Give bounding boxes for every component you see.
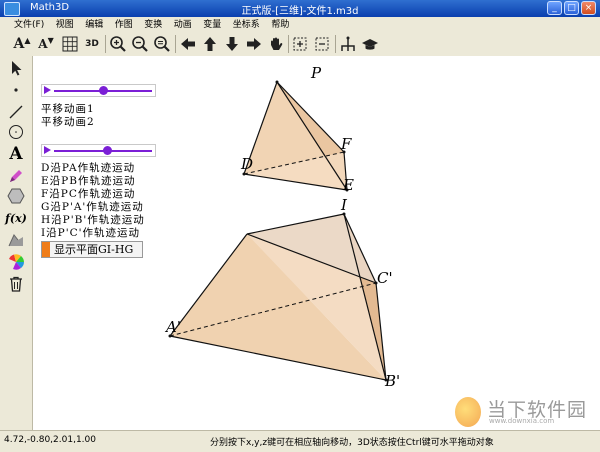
arrow-left-icon[interactable] [178,34,198,54]
pan-hand-icon[interactable] [266,34,286,54]
label-a-prime: A' [164,318,181,336]
polygon-icon[interactable] [5,186,27,206]
trash-icon[interactable] [5,274,27,294]
menu-bar: 文件(F) 视图 编辑 作图 变换 动画 变量 坐标系 帮助 [0,17,600,33]
label-f: F [340,135,352,153]
circle-icon[interactable] [5,122,27,142]
label-p: P [310,64,322,82]
label-e: E [342,176,354,194]
upper-pyramid[interactable] [243,81,348,191]
arrow-up-icon[interactable] [200,34,220,54]
play-icon[interactable] [44,86,51,94]
function-icon[interactable]: f(x) [5,208,27,228]
menu-animation[interactable]: 动画 [170,18,196,33]
arrow-right-icon[interactable] [244,34,264,54]
brand-logo-icon [455,397,481,427]
trajectory-label-i[interactable]: I沿P'C'作轨迹运动 [41,225,140,240]
arrow-down-icon[interactable] [222,34,242,54]
point-icon[interactable] [5,80,27,100]
slider-knob[interactable] [98,86,108,95]
watermark: 当下软件园 www.downxia.com [455,395,595,429]
label-c-prime: C' [377,269,393,287]
menu-edit[interactable]: 编辑 [81,18,107,33]
label-i: I [340,196,348,214]
drawing-canvas[interactable]: P D F E I C' A' B' 平移动画1 平移动画2 D沿PA作轨迹运动… [33,56,600,430]
menu-variable[interactable]: 变量 [199,18,225,33]
animation-label-2[interactable]: 平移动画2 [41,114,95,129]
menu-transform[interactable]: 变换 [140,18,166,33]
shape-fill-icon[interactable] [5,230,27,250]
show-plane-button[interactable]: 显示平面GI-HG [41,241,143,258]
toolbar: A ▲ A ▼ 3D [0,32,600,57]
menu-file[interactable]: 文件(F) [0,18,48,33]
zoom-reset-icon[interactable] [152,34,172,54]
3d-view-icon[interactable]: 3D [82,34,102,54]
menu-view[interactable]: 视图 [52,18,78,33]
close-button[interactable]: × [581,1,596,15]
menu-coordinate[interactable]: 坐标系 [229,18,264,33]
font-increase-icon[interactable]: A ▲ [12,34,32,54]
play-icon[interactable] [44,146,51,154]
label-d: D [240,155,253,173]
zoom-in-icon[interactable] [108,34,128,54]
menu-help[interactable]: 帮助 [267,18,293,33]
label-b-prime: B' [384,372,400,390]
slider-knob[interactable] [102,146,112,155]
axes-icon[interactable] [338,34,358,54]
maximize-button[interactable]: □ [564,1,579,15]
pen-icon[interactable] [5,166,27,186]
title-bar: Math3D 正式版-[三维]-文件1.m3d _ □ × [0,0,600,17]
animation-slider-1[interactable] [41,84,156,97]
minimize-button[interactable]: _ [547,1,562,15]
watermark-url: www.downxia.com [489,417,555,425]
tool-palette: A f(x) [0,56,33,430]
font-decrease-icon[interactable]: A ▼ [36,34,56,54]
lower-frustum[interactable] [169,213,387,381]
segment-icon[interactable] [5,102,27,122]
hat-icon[interactable] [360,34,380,54]
select-arrow-icon[interactable] [5,58,27,78]
status-bar: 4.72,-0.80,2.01,1.00 分别按下x,y,z键可在相应轴向移动，… [0,430,600,452]
remove-frame-icon[interactable] [312,34,332,54]
coordinate-readout: 4.72,-0.80,2.01,1.00 [4,435,96,445]
add-frame-icon[interactable] [290,34,310,54]
color-icon[interactable] [5,252,27,272]
menu-draw[interactable]: 作图 [111,18,137,33]
text-icon[interactable]: A [5,144,27,164]
grid-icon[interactable] [60,34,80,54]
animation-slider-2[interactable] [41,144,156,157]
status-hint: 分别按下x,y,z键可在相应轴向移动，3D状态按住Ctrl键可水平拖动对象 [210,438,494,448]
zoom-out-icon[interactable] [130,34,150,54]
window-title: 正式版-[三维]-文件1.m3d [241,6,359,17]
